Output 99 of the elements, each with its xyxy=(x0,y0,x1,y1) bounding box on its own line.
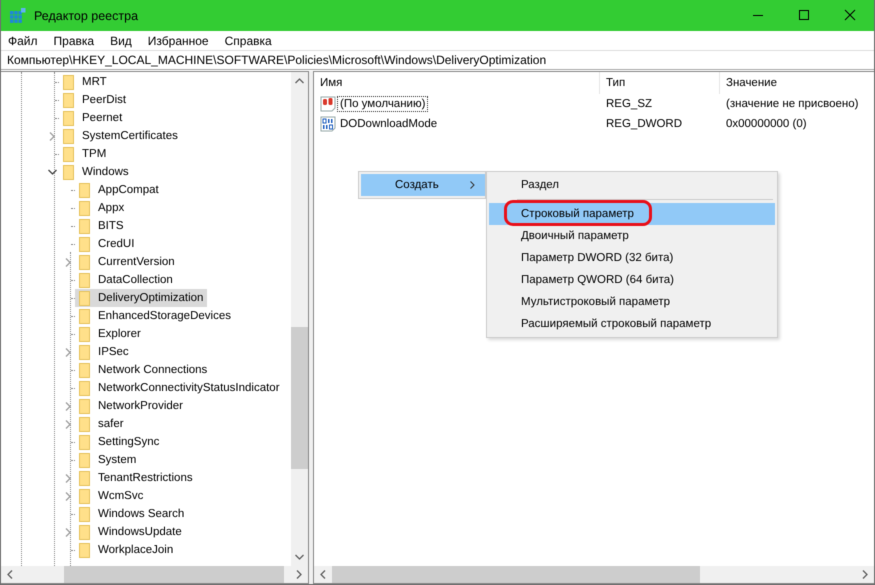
scroll-right-icon[interactable] xyxy=(862,570,868,579)
value-type: REG_DWORD xyxy=(605,118,684,130)
tree-item[interactable]: Appx xyxy=(79,199,128,217)
folder-icon xyxy=(79,416,90,432)
chevron-right-icon[interactable] xyxy=(65,492,71,500)
tree-item[interactable]: CurrentVersion xyxy=(79,253,179,271)
horizontal-scrollbar[interactable] xyxy=(314,566,874,583)
chevron-right-icon[interactable] xyxy=(65,258,71,266)
tree-item[interactable]: NetworkConnectivityStatusIndicator xyxy=(79,379,284,397)
menu-item[interactable]: Строковый параметр xyxy=(489,203,775,225)
folder-icon xyxy=(63,92,74,108)
folder-icon xyxy=(79,398,90,414)
folder-icon xyxy=(79,272,90,288)
folder-icon xyxy=(79,434,90,450)
tree-item[interactable]: DataCollection xyxy=(79,271,177,289)
menu-item[interactable]: Избранное xyxy=(148,34,209,48)
tree-item[interactable]: SettingSync xyxy=(79,433,164,451)
tree-item[interactable]: NetworkProvider xyxy=(79,397,187,415)
tree-item[interactable]: WorkplaceJoin xyxy=(79,541,178,559)
folder-icon xyxy=(63,110,74,126)
vertical-scrollbar[interactable] xyxy=(291,72,308,566)
scroll-left-icon[interactable] xyxy=(7,570,13,579)
folder-icon xyxy=(79,542,90,558)
chevron-right-icon[interactable] xyxy=(65,348,71,356)
value-name[interactable]: DODownloadMode xyxy=(337,116,440,132)
value-type: REG_SZ xyxy=(605,98,654,110)
folder-icon xyxy=(79,236,90,252)
menu-item[interactable]: Создать xyxy=(361,174,485,196)
menu-item[interactable]: Раздел xyxy=(489,174,775,196)
tree-item[interactable]: DeliveryOptimization xyxy=(75,289,208,307)
menu-item[interactable]: Расширяемый строковый параметр xyxy=(489,313,775,335)
menu-item[interactable]: Мультистроковый параметр xyxy=(489,291,775,313)
folder-icon xyxy=(79,506,90,522)
tree-item[interactable]: safer xyxy=(79,415,128,433)
chevron-right-icon[interactable] xyxy=(65,528,71,536)
tree-item[interactable]: Network Connections xyxy=(79,361,212,379)
folder-icon xyxy=(79,200,90,216)
scroll-right-icon[interactable] xyxy=(296,570,302,579)
chevron-down-icon[interactable] xyxy=(48,169,56,175)
tree-item[interactable]: IPSec xyxy=(79,343,133,361)
address-field[interactable]: Компьютер\HKEY_LOCAL_MACHINE\SOFTWARE\Policies\Microsoft\Windows\DeliveryOptimization xyxy=(1,50,874,70)
chevron-right-icon[interactable] xyxy=(65,474,71,482)
folder-icon xyxy=(63,128,74,144)
column-header[interactable]: Значение xyxy=(720,72,874,94)
tree-item[interactable]: WindowsUpdate xyxy=(79,523,186,541)
app-icon xyxy=(10,8,26,24)
tree-item[interactable]: SystemCertificates xyxy=(63,127,182,145)
folder-icon xyxy=(63,74,74,90)
tree-item[interactable]: EnhancedStorageDevices xyxy=(79,307,235,325)
tree-item[interactable]: Windows Search xyxy=(79,505,188,523)
folder-icon xyxy=(79,326,90,342)
folder-icon xyxy=(79,290,90,306)
folder-icon xyxy=(79,380,90,396)
binary-value-icon xyxy=(320,116,336,132)
value-data: 0x00000000 (0) xyxy=(725,118,808,130)
folder-icon xyxy=(63,164,74,180)
folder-icon xyxy=(79,488,90,504)
value-data: (значение не присвоено) xyxy=(725,98,860,110)
folder-icon xyxy=(79,452,90,468)
tree-item[interactable]: Explorer xyxy=(79,325,145,343)
tree-item[interactable]: WcmSvc xyxy=(79,487,148,505)
chevron-right-icon[interactable] xyxy=(65,402,71,410)
folder-icon xyxy=(79,362,90,378)
scroll-up-icon[interactable] xyxy=(295,78,304,84)
tree-item[interactable]: TenantRestrictions xyxy=(79,469,197,487)
menu-item[interactable]: Вид xyxy=(110,34,132,48)
folder-icon xyxy=(79,470,90,486)
chevron-right-icon[interactable] xyxy=(65,420,71,428)
horizontal-scrollbar[interactable] xyxy=(1,566,308,583)
tree-item[interactable]: PeerDist xyxy=(63,91,130,109)
value-name[interactable]: (По умолчанию) xyxy=(337,96,428,112)
tree-item[interactable]: BITS xyxy=(79,217,128,235)
tree-item[interactable]: CredUI xyxy=(79,235,138,253)
tree-item[interactable]: Windows xyxy=(63,163,133,181)
folder-icon xyxy=(79,182,90,198)
scroll-left-icon[interactable] xyxy=(320,570,326,579)
folder-icon xyxy=(79,218,90,234)
tree-item[interactable]: AppCompat xyxy=(79,181,163,199)
scroll-down-icon[interactable] xyxy=(295,554,304,560)
window-title: Редактор реестра xyxy=(34,8,140,22)
folder-icon xyxy=(79,254,90,270)
menu-item[interactable]: Параметр DWORD (32 бита) xyxy=(489,247,775,269)
column-header[interactable]: Имя xyxy=(314,72,600,94)
folder-icon xyxy=(79,308,90,324)
menu-item[interactable]: Правка xyxy=(54,34,94,48)
column-header[interactable]: Тип xyxy=(600,72,720,94)
tree-item[interactable]: System xyxy=(79,451,140,469)
menu-item[interactable]: Справка xyxy=(224,34,272,48)
string-value-icon xyxy=(320,96,336,112)
folder-icon xyxy=(63,146,74,162)
tree-item[interactable]: TPM xyxy=(63,145,110,163)
folder-icon xyxy=(79,344,90,360)
menu-item[interactable]: Файл xyxy=(8,34,38,48)
folder-icon xyxy=(79,524,90,540)
menu-item[interactable]: Двоичный параметр xyxy=(489,225,775,247)
tree-item[interactable]: MRT xyxy=(63,73,111,91)
chevron-right-icon[interactable] xyxy=(49,132,55,140)
menu-item[interactable]: Параметр QWORD (64 бита) xyxy=(489,269,775,291)
tree-item[interactable]: Peernet xyxy=(63,109,126,127)
